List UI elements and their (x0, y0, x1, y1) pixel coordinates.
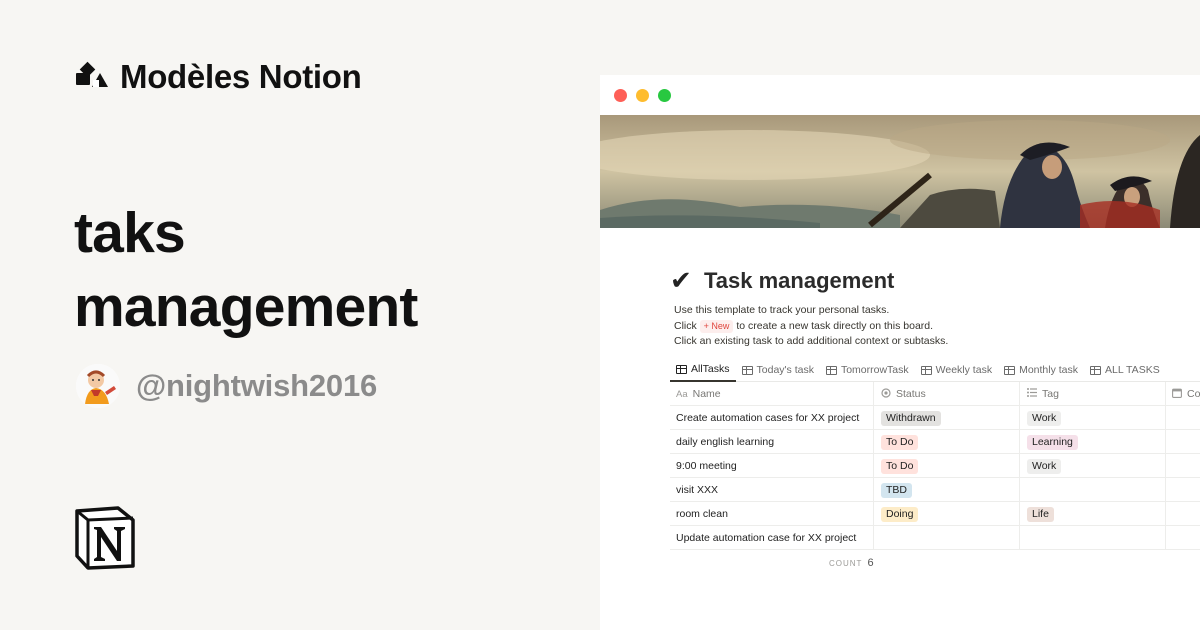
tab-weekly-task[interactable]: Weekly task (915, 358, 998, 382)
brand[interactable]: Modèles Notion (76, 58, 362, 96)
status-cell[interactable]: To Do (874, 454, 1020, 478)
template-title-line-1: taks (74, 201, 186, 265)
tab-alltasks[interactable]: AllTasks (670, 358, 736, 382)
table-row[interactable]: Update automation case for XX project (670, 526, 1200, 550)
tab-label: Monthly task (1019, 364, 1079, 376)
notion-shapes-logo-icon (76, 61, 108, 93)
task-name[interactable]: room clean (670, 502, 874, 526)
tab-all-tasks[interactable]: ALL TASKS (1084, 358, 1166, 382)
tag-badge: Work (1027, 458, 1062, 474)
task-name[interactable]: Update automation case for XX project (670, 526, 874, 550)
status-badge: TBD (881, 482, 912, 498)
close-window-button[interactable] (614, 88, 627, 102)
column-header-extra[interactable]: Co (1166, 382, 1200, 406)
table-row[interactable]: visit XXX TBD (670, 478, 1200, 502)
status-badge: Doing (881, 506, 919, 522)
column-header-label: Name (692, 388, 721, 400)
author-handle: @nightwish2016 (136, 368, 378, 403)
tag-cell[interactable]: Life (1020, 502, 1166, 526)
status-cell[interactable]: Withdrawn (874, 406, 1020, 430)
minimize-window-button[interactable] (636, 88, 649, 102)
tab-label: TomorrowTask (840, 364, 909, 376)
template-title: taks management (74, 196, 418, 344)
table-icon (1004, 365, 1016, 375)
column-header-status[interactable]: Status (874, 382, 1020, 406)
task-name[interactable]: 9:00 meeting (670, 454, 874, 478)
tab-monthly-task[interactable]: Monthly task (998, 358, 1084, 382)
table-icon (741, 365, 753, 375)
maximize-window-button[interactable] (658, 88, 671, 102)
cartoon-avatar-icon (76, 364, 120, 408)
table-icon (920, 365, 932, 375)
status-badge: To Do (881, 434, 919, 450)
column-header-label: Status (896, 388, 926, 400)
column-header-label: Co (1187, 388, 1200, 400)
table-icon (1090, 365, 1102, 375)
template-title-line-2: management (74, 275, 418, 339)
column-header-label: Tag (1042, 388, 1059, 400)
tag-cell[interactable] (1020, 526, 1166, 550)
page-title[interactable]: ✔ Task management (670, 265, 1200, 296)
window-titlebar (600, 75, 1200, 115)
checkmark-icon: ✔ (670, 265, 692, 295)
task-name[interactable]: daily english learning (670, 430, 874, 454)
tab-label: ALL TASKS (1105, 364, 1160, 376)
calendar-icon (1172, 388, 1182, 401)
page-header: ✔ Task management Use this template to t… (670, 265, 1200, 350)
table-row[interactable]: Create automation cases for XX project W… (670, 406, 1200, 430)
extra-cell[interactable] (1166, 406, 1200, 430)
status-cell[interactable]: TBD (874, 478, 1020, 502)
new-button-chip: + New (699, 319, 734, 333)
tag-cell[interactable]: Work (1020, 406, 1166, 430)
page-description: Use this template to track your personal… (674, 303, 1200, 350)
tab-label: Today's task (756, 364, 814, 376)
task-name[interactable]: visit XXX (670, 478, 874, 502)
description-line-1: Use this template to track your personal… (674, 304, 890, 316)
task-name[interactable]: Create automation cases for XX project (670, 406, 874, 430)
status-badge: Withdrawn (881, 410, 941, 426)
brand-name: Modèles Notion (120, 58, 362, 95)
status-cell[interactable] (874, 526, 1020, 550)
status-cell[interactable]: Doing (874, 502, 1020, 526)
extra-cell[interactable] (1166, 430, 1200, 454)
table-row[interactable]: 9:00 meeting To Do Work (670, 454, 1200, 478)
tag-cell[interactable] (1020, 478, 1166, 502)
tag-cell[interactable]: Work (1020, 454, 1166, 478)
tag-badge: Learning (1027, 434, 1078, 450)
tab-label: Weekly task (935, 364, 993, 376)
description-line-3: Click an existing task to add additional… (674, 335, 949, 347)
table-icon (825, 365, 837, 375)
extra-cell[interactable] (1166, 478, 1200, 502)
status-icon (881, 387, 891, 401)
table-row[interactable]: room clean Doing Life (670, 502, 1200, 526)
column-header-name[interactable]: Aa Name (670, 382, 874, 406)
table-row[interactable]: daily english learning To Do Learning (670, 430, 1200, 454)
text-property-icon: Aa (676, 388, 688, 400)
author[interactable]: @nightwish2016 (76, 364, 377, 408)
tag-badge: Life (1027, 506, 1054, 522)
page-title-text: Task management (704, 267, 895, 293)
tag-cell[interactable]: Learning (1020, 430, 1166, 454)
extra-cell[interactable] (1166, 526, 1200, 550)
list-icon (1027, 388, 1037, 400)
tag-badge: Work (1027, 410, 1062, 426)
extra-cell[interactable] (1166, 454, 1200, 478)
description-line-2-suffix: to create a new task directly on this bo… (736, 319, 934, 332)
task-table: Aa Name Status Tag Co Create automation c… (670, 382, 1200, 550)
status-cell[interactable]: To Do (874, 430, 1020, 454)
description-line-2: Click + New to create a new task directl… (674, 319, 1200, 335)
tab-label: AllTasks (691, 363, 730, 375)
tab-tomorrow-task[interactable]: TomorrowTask (820, 358, 915, 382)
description-line-2-prefix: Click (674, 319, 697, 332)
status-badge: To Do (881, 458, 919, 474)
table-icon (676, 364, 687, 374)
extra-cell[interactable] (1166, 502, 1200, 526)
tab-todays-task[interactable]: Today's task (736, 358, 820, 382)
painting-cover-image (600, 115, 1200, 228)
view-tabs: AllTasks Today's task TomorrowTask Weekl… (670, 358, 1200, 382)
column-header-tag[interactable]: Tag (1020, 382, 1166, 406)
table-header-row: Aa Name Status Tag Co (670, 382, 1200, 406)
notion-logo-icon (74, 506, 136, 570)
